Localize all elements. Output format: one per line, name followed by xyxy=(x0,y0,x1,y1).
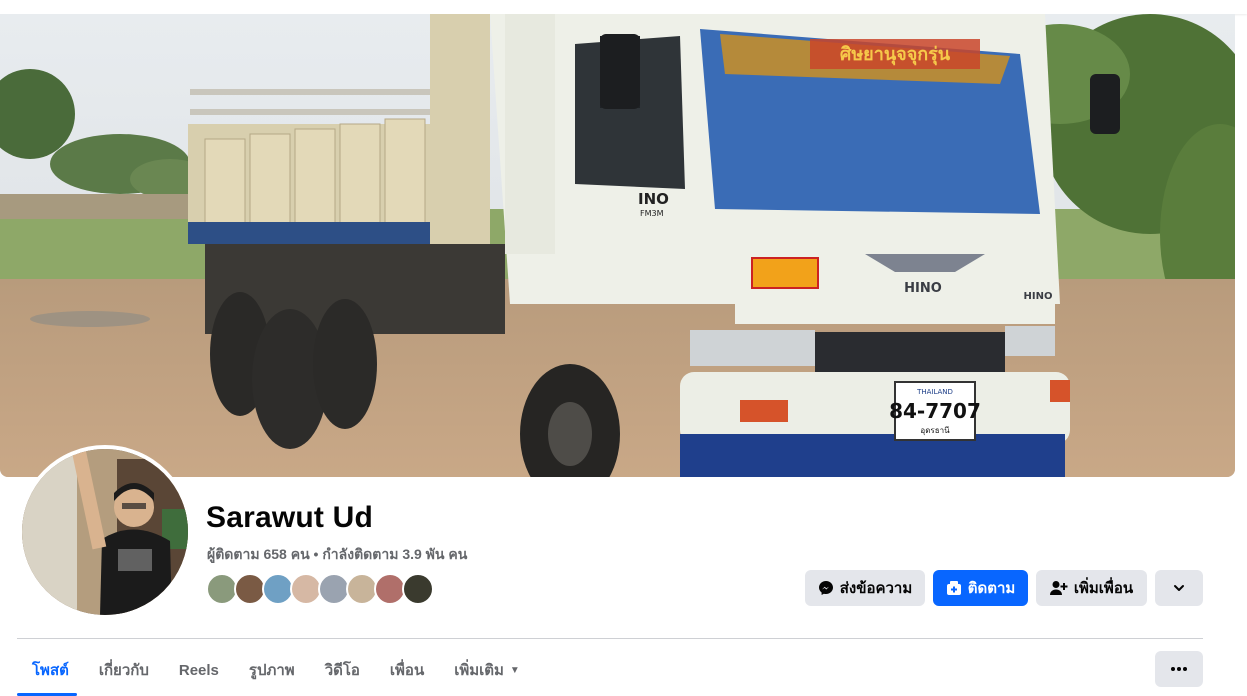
door-badge: FM3M xyxy=(640,209,664,218)
door-brand: HINO xyxy=(1024,291,1053,302)
profile-tabs: โพสต์ เกี่ยวกับ Reels รูปภาพ วิดีโอ เพื่… xyxy=(17,652,535,688)
cover-photo[interactable]: ศิษยานุจจุกรุ่น INO FM3M HINO HINO THAIL… xyxy=(0,14,1235,477)
grille-brand: HINO xyxy=(904,281,942,296)
windshield-sticker: ศิษยานุจจุกรุ่น xyxy=(840,44,951,66)
profile-divider xyxy=(17,638,1203,639)
profile-name: Sarawut Ud xyxy=(206,501,374,534)
tabs-more-button[interactable] xyxy=(1155,651,1203,687)
message-button-label: ส่งข้อความ xyxy=(839,580,913,597)
cover-image: ศิษยานุจจุกรุ่น INO FM3M HINO HINO THAIL… xyxy=(0,14,1235,477)
tab-posts[interactable]: โพสต์ xyxy=(17,652,84,688)
add-friend-button[interactable]: เพิ่มเพื่อน xyxy=(1036,570,1147,606)
tab-about[interactable]: เกี่ยวกับ xyxy=(84,652,164,688)
follower-stats[interactable]: ผู้ติดตาม 658 คน • กำลังติดตาม 3.9 พัน ค… xyxy=(207,544,467,566)
top-bar xyxy=(0,0,1247,14)
plate-country: THAILAND xyxy=(916,388,953,396)
follow-button-label: ติดตาม xyxy=(967,580,1016,597)
tab-videos[interactable]: วิดีโอ xyxy=(310,652,375,688)
profile-actions: ส่งข้อความ ติดตาม เพิ่มเพื่อน xyxy=(805,570,1203,606)
message-button[interactable]: ส่งข้อความ xyxy=(805,570,925,606)
tab-more-label: เพิ่มเติม xyxy=(454,662,504,679)
avatar[interactable] xyxy=(22,449,188,615)
messenger-icon xyxy=(818,580,834,596)
friend-avatar[interactable] xyxy=(402,573,434,605)
avatar-image xyxy=(22,449,188,615)
tab-reels[interactable]: Reels xyxy=(164,652,234,688)
chevron-down-icon xyxy=(1172,581,1186,595)
tab-more[interactable]: เพิ่มเติม ▼ xyxy=(439,652,535,688)
friend-avatars xyxy=(206,573,434,607)
profile-page: ศิษยานุจจุกรุ่น INO FM3M HINO HINO THAIL… xyxy=(0,0,1247,696)
plate-province: อุดรธานี xyxy=(920,426,950,435)
follow-button[interactable]: ติดตาม xyxy=(933,570,1028,606)
caret-down-icon: ▼ xyxy=(509,664,520,676)
more-dots-icon xyxy=(1171,667,1187,671)
tab-friends[interactable]: เพื่อน xyxy=(375,652,439,688)
profile-options-dropdown[interactable] xyxy=(1155,570,1203,606)
profile-picture-frame[interactable] xyxy=(18,445,192,619)
follow-icon xyxy=(946,580,962,596)
add-friend-icon xyxy=(1049,580,1068,596)
license-plate: 84-7707 xyxy=(889,399,981,423)
door-model: INO xyxy=(638,190,669,208)
add-friend-button-label: เพิ่มเพื่อน xyxy=(1073,580,1134,597)
tab-photos[interactable]: รูปภาพ xyxy=(234,652,310,688)
